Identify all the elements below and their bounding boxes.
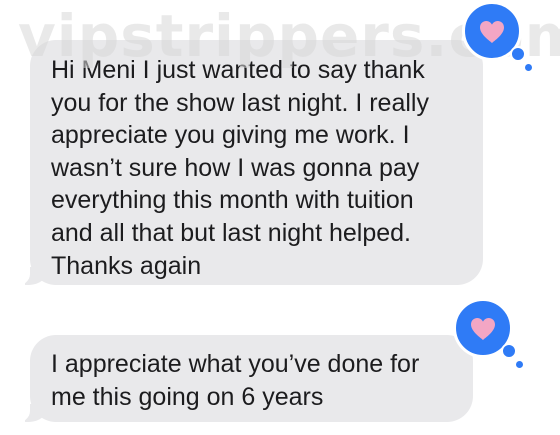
heart-icon [471,318,495,340]
message-text: Hi Meni I just wanted to say thank you f… [51,56,429,280]
heart-reaction-badge[interactable] [462,1,532,71]
reaction-tail-dot [510,46,526,62]
heart-reaction-badge[interactable] [453,298,523,368]
message-bubble[interactable]: I appreciate what you’ve done for me thi… [16,335,473,423]
message-bubble[interactable]: Hi Meni I just wanted to say thank you f… [16,40,483,286]
reaction-tail-dot-small [525,64,532,71]
reaction-tail-dot-small [516,361,523,368]
heart-icon [480,21,504,43]
message-text: I appreciate what you’ve done for me thi… [51,350,420,411]
reaction-tail-dot [501,343,517,359]
